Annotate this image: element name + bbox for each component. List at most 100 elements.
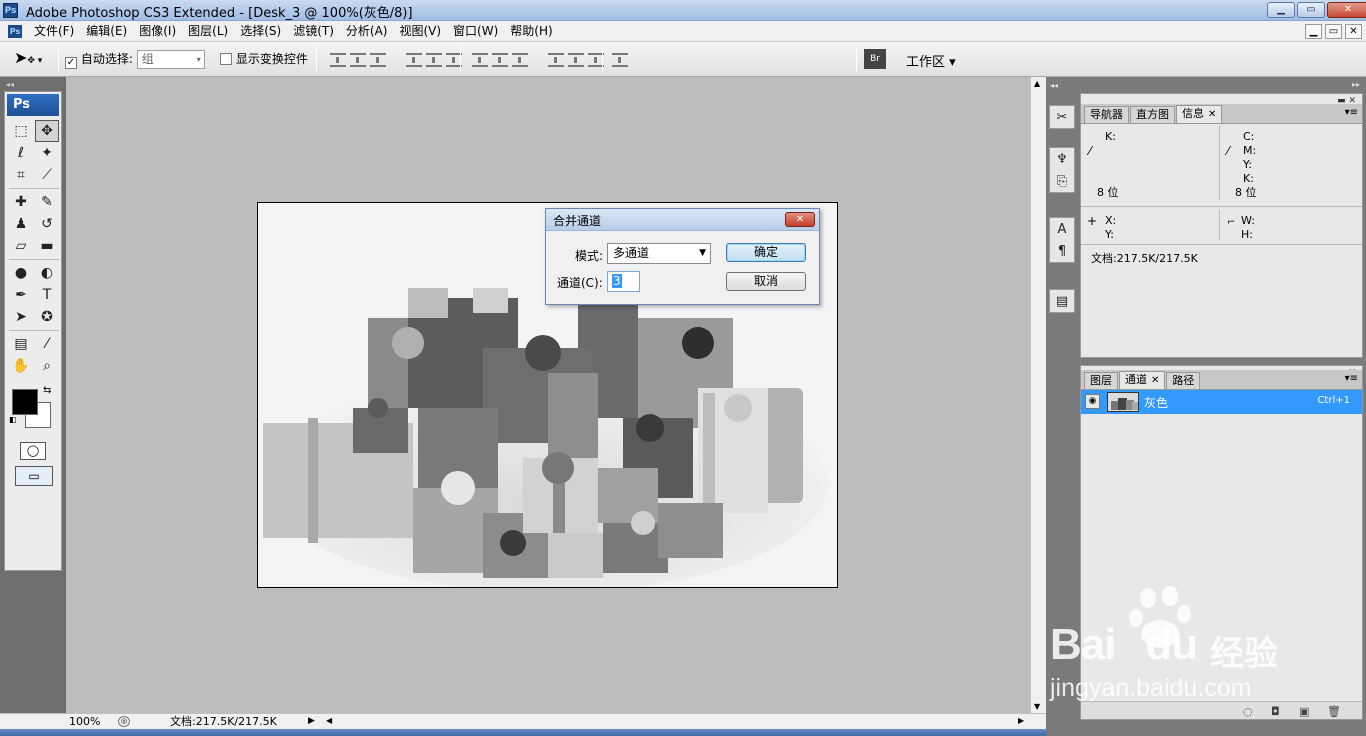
divider	[1219, 210, 1220, 240]
channels-panel-tab[interactable]: 通道 ✕	[1119, 371, 1166, 389]
menu-item[interactable]: 视图(V)	[393, 24, 447, 39]
doc-minimize-button[interactable]: ▁	[1305, 24, 1322, 39]
scroll-right-icon[interactable]: ▶	[1018, 716, 1024, 725]
foreground-color-swatch[interactable]	[12, 389, 38, 415]
visibility-eye-icon[interactable]: ◉	[1085, 394, 1100, 409]
status-menu-arrow-icon[interactable]: ▶	[308, 716, 315, 726]
panel-menu-icon[interactable]: ▾≡	[1345, 373, 1358, 384]
menu-item[interactable]: 图像(I)	[133, 24, 182, 39]
panel-menu-icon[interactable]: ▾≡	[1345, 107, 1358, 118]
move-tool-preset-icon[interactable]: ➤✥ ▾	[14, 48, 42, 67]
document-menu-icon[interactable]: Ps	[8, 25, 22, 38]
type-tool-icon[interactable]: T	[35, 284, 59, 306]
auto-select-dropdown[interactable]: 组 ▾	[136, 50, 205, 69]
default-colors-icon[interactable]: ◧	[9, 415, 17, 424]
menu-item[interactable]: 帮助(H)	[504, 24, 558, 39]
new-channel-icon[interactable]: ▣	[1299, 705, 1309, 718]
workspace-menu[interactable]: 工作区 ▾	[906, 51, 956, 70]
scroll-down-icon[interactable]: ▼	[1034, 702, 1040, 711]
collapse-icon[interactable]: ◂◂	[6, 80, 14, 89]
expand-icon[interactable]: ▸▸	[1352, 80, 1360, 89]
pen-tool-icon[interactable]: ✒	[9, 284, 33, 306]
clone-stamp-tool-icon[interactable]: ♟	[9, 213, 33, 235]
vertical-scrollbar[interactable]: ▲ ▼	[1030, 77, 1046, 713]
blur-tool-icon[interactable]: ●	[9, 262, 33, 284]
align-top-icon[interactable]	[330, 53, 346, 67]
menu-item[interactable]: 编辑(E)	[80, 24, 133, 39]
hand-tool-icon[interactable]: ✋	[9, 355, 33, 377]
zoom-tool-icon[interactable]: ⌕	[35, 355, 59, 377]
quick-mask-icon[interactable]: ◯	[20, 442, 46, 460]
menu-item[interactable]: 选择(S)	[234, 24, 287, 39]
swap-colors-icon[interactable]: ⇆	[43, 385, 51, 396]
eraser-tool-icon[interactable]: ▱	[9, 235, 33, 257]
align-left-icon[interactable]	[405, 53, 422, 67]
channels-input[interactable]: 3	[607, 271, 640, 292]
brush-tool-icon[interactable]: ✎	[35, 191, 59, 213]
brushes-icon[interactable]: ♆	[1050, 148, 1074, 170]
close-tab-icon[interactable]: ✕	[1208, 109, 1216, 120]
distribute-hcenter-icon[interactable]	[567, 53, 584, 67]
info-panel-tab[interactable]: 导航器	[1084, 106, 1129, 123]
collapse-icon[interactable]: ◂◂	[1050, 81, 1058, 90]
scroll-left-icon[interactable]: ◀	[326, 716, 332, 725]
align-bottom-icon[interactable]	[370, 53, 386, 67]
screen-mode-icon[interactable]: ▭	[15, 466, 53, 486]
close-tab-icon[interactable]: ✕	[1151, 375, 1159, 386]
lasso-tool-icon[interactable]: ℓ	[9, 142, 33, 164]
clone-source-icon[interactable]: ⎘	[1050, 170, 1074, 192]
healing-brush-tool-icon[interactable]: ✚	[9, 191, 33, 213]
auto-select-checkbox[interactable]: ✓	[65, 57, 77, 69]
maximize-button[interactable]: ▭	[1297, 2, 1325, 18]
dodge-tool-icon[interactable]: ◐	[35, 262, 59, 284]
auto-align-icon[interactable]	[612, 53, 632, 70]
menu-item[interactable]: 文件(F)	[28, 24, 80, 39]
distribute-left-icon[interactable]	[547, 53, 564, 67]
marquee-tool-icon[interactable]: ⬚	[9, 120, 33, 142]
channels-panel-tab[interactable]: 图层	[1084, 372, 1118, 389]
eyedropper-tool-icon[interactable]: ⁄	[35, 333, 59, 355]
history-brush-tool-icon[interactable]: ↺	[35, 213, 59, 235]
character-icon[interactable]: A	[1050, 218, 1074, 240]
channels-panel-tab[interactable]: 路径	[1166, 372, 1201, 389]
dialog-close-button[interactable]: ✕	[785, 212, 815, 227]
menu-item[interactable]: 分析(A)	[340, 24, 394, 39]
custom-shape-tool-icon[interactable]: ✪	[35, 306, 59, 328]
distribute-bottom-icon[interactable]	[512, 53, 528, 67]
close-button[interactable]: ✕	[1327, 2, 1366, 18]
options-bar: ➤✥ ▾ ✓ 自动选择: 组 ▾ 显示变换控件 Br 工作区 ▾	[0, 42, 1366, 77]
minimize-button[interactable]: ▁	[1267, 2, 1295, 18]
paragraph-icon[interactable]: ¶	[1050, 240, 1074, 262]
magic-wand-tool-icon[interactable]: ✦	[35, 142, 59, 164]
info-panel-tab[interactable]: 信息 ✕	[1176, 105, 1223, 123]
slice-tool-icon[interactable]: ⟋	[35, 164, 59, 186]
menu-item[interactable]: 图层(L)	[182, 24, 234, 39]
align-vcenter-icon[interactable]	[350, 53, 366, 67]
gradient-tool-icon[interactable]: ▬	[35, 235, 59, 257]
show-transform-checkbox[interactable]	[220, 53, 232, 65]
doc-close-button[interactable]: ✕	[1345, 24, 1362, 39]
info-panel-tab[interactable]: 直方图	[1130, 106, 1175, 123]
channel-row-gray[interactable]: ◉ 灰色 Ctrl+1	[1081, 390, 1362, 414]
tool-presets-icon[interactable]: ✂	[1050, 106, 1074, 128]
bridge-icon[interactable]: Br	[864, 49, 886, 69]
scroll-up-icon[interactable]: ▲	[1034, 79, 1040, 88]
delete-channel-icon[interactable]: 🗑	[1327, 705, 1341, 718]
path-selection-tool-icon[interactable]: ➤	[9, 306, 33, 328]
crop-tool-icon[interactable]: ⌗	[9, 164, 33, 186]
distribute-vcenter-icon[interactable]	[492, 53, 508, 67]
info-panel-tab-label: 直方图	[1136, 108, 1169, 121]
ok-button[interactable]: 确定	[726, 243, 806, 262]
cancel-button[interactable]: 取消	[726, 272, 806, 291]
notes-tool-icon[interactable]: ▤	[9, 333, 33, 355]
mode-dropdown[interactable]: 多通道 ▼	[607, 243, 711, 264]
menu-item[interactable]: 滤镜(T)	[287, 24, 340, 39]
layer-comps-icon[interactable]: ▤	[1050, 290, 1074, 312]
align-hcenter-icon[interactable]	[425, 53, 442, 67]
status-info-icon[interactable]: ◎	[118, 716, 130, 727]
menu-item[interactable]: 窗口(W)	[447, 24, 504, 39]
move-tool-icon[interactable]: ✥	[35, 120, 59, 142]
doc-restore-button[interactable]: ▭	[1325, 24, 1342, 39]
zoom-level[interactable]: 100%	[66, 715, 114, 729]
distribute-top-icon[interactable]	[472, 53, 488, 67]
